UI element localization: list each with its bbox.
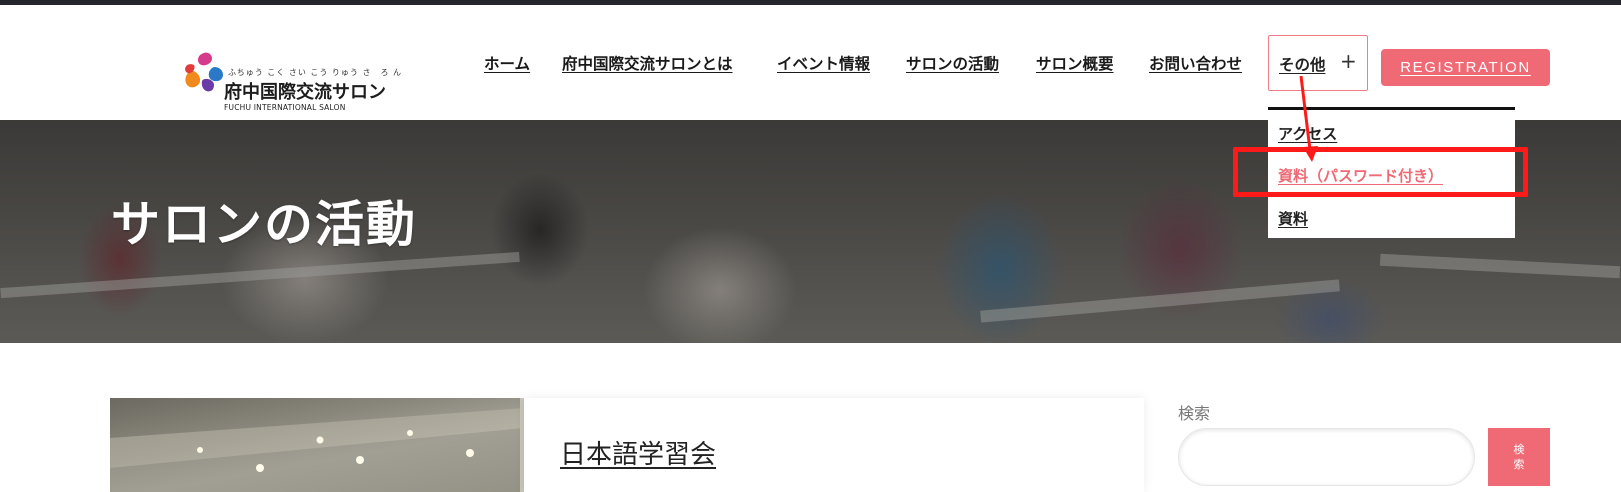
nav-overview[interactable]: サロン概要 bbox=[1036, 52, 1114, 82]
post-card: 日本語学習会 bbox=[524, 398, 1144, 492]
annotation-highlight-box bbox=[1233, 147, 1528, 197]
site-header: ふちゅう こく さい こう りゅう さ ろ ん 府中国際交流サロン FUCHU … bbox=[0, 5, 1621, 120]
nav-home[interactable]: ホーム bbox=[484, 52, 530, 82]
plus-icon[interactable]: + bbox=[1340, 49, 1357, 73]
post-title[interactable]: 日本語学習会 bbox=[560, 434, 716, 471]
logo-name-en: FUCHU INTERNATIONAL SALON bbox=[224, 103, 346, 112]
site-logo[interactable]: ふちゅう こく さい こう りゅう さ ろ ん 府中国際交流サロン FUCHU … bbox=[180, 45, 401, 115]
nav-other-menu[interactable]: その他 + bbox=[1268, 35, 1368, 91]
nav-about[interactable]: 府中国際交流サロンとは bbox=[562, 52, 733, 82]
post-thumbnail[interactable] bbox=[110, 398, 524, 492]
registration-button[interactable]: REGISTRATION bbox=[1381, 49, 1550, 86]
search-input[interactable] bbox=[1178, 428, 1475, 486]
logo-mark-icon bbox=[185, 52, 223, 92]
search-button-label: 検索 bbox=[1513, 443, 1525, 471]
nav-events[interactable]: イベント情報 bbox=[777, 52, 870, 82]
dropdown-item-materials[interactable]: 資料 bbox=[1278, 208, 1308, 229]
search-button[interactable]: 検索 bbox=[1488, 428, 1550, 486]
ceiling-lights-image bbox=[110, 398, 524, 492]
nav-activities[interactable]: サロンの活動 bbox=[906, 52, 999, 82]
page-title: サロンの活動 bbox=[111, 196, 418, 253]
logo-ruby-text: ふちゅう こく さい こう りゅう さ ろ ん bbox=[228, 68, 403, 77]
logo-name-jp: 府中国際交流サロン bbox=[224, 82, 386, 103]
dropdown-item-access[interactable]: アクセス bbox=[1278, 123, 1337, 144]
search-label: 検索 bbox=[1178, 404, 1211, 423]
nav-other-label[interactable]: その他 bbox=[1279, 53, 1326, 75]
nav-contact[interactable]: お問い合わせ bbox=[1149, 52, 1242, 82]
